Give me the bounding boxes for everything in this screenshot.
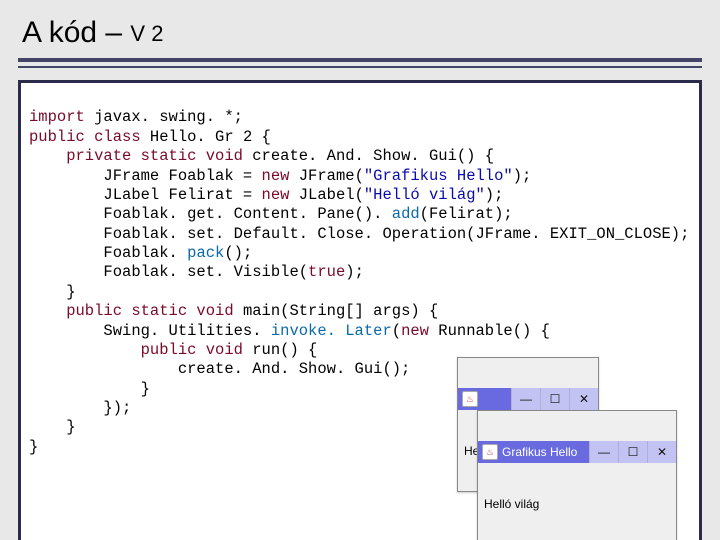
code-kw: true <box>308 263 345 281</box>
close-button[interactable]: ✕ <box>569 388 598 410</box>
code-text: }); <box>29 399 131 417</box>
code-box: import javax. swing. *; public class Hel… <box>18 80 702 540</box>
title-prefix: A kód <box>22 16 97 49</box>
code-text: Swing. Utilities. <box>29 322 271 340</box>
code-text: javax. swing. *; <box>85 108 243 126</box>
code-text: (Felirat); <box>420 205 513 223</box>
window-client-area: Helló világ <box>478 493 676 514</box>
maximize-button[interactable]: ☐ <box>540 388 569 410</box>
window-buttons: — ☐ ✕ <box>511 388 598 410</box>
code-text: Foablak. <box>29 244 187 262</box>
code-kw: import <box>29 108 85 126</box>
maximize-button[interactable]: ☐ <box>618 441 647 463</box>
example-window-titled: ♨ Grafikus Hello — ☐ ✕ Helló világ <box>477 410 677 540</box>
code-text: (); <box>224 244 252 262</box>
close-button[interactable]: ✕ <box>647 441 676 463</box>
code-text: create. And. Show. Gui() { <box>243 147 494 165</box>
code-text: } <box>29 380 150 398</box>
code-method: add <box>392 205 420 223</box>
title-underline-thin <box>18 66 702 68</box>
code-kw: public class <box>29 128 141 146</box>
code-kw: new <box>401 322 429 340</box>
window-buttons: — ☐ ✕ <box>589 441 676 463</box>
code-text: } <box>29 283 76 301</box>
code-string: "Helló világ" <box>364 186 485 204</box>
slide: A kód – V 2 import javax. swing. *; publ… <box>0 0 720 540</box>
code-text: Foablak. get. Content. Pane(). <box>29 205 392 223</box>
java-icon: ♨ <box>482 444 498 460</box>
code-text: } <box>29 418 76 436</box>
window-caption-area: ♨ <box>462 391 482 407</box>
code-text: Hello. Gr 2 { <box>141 128 271 146</box>
slide-title: A kód – V 2 <box>18 8 702 56</box>
code-text: ); <box>513 167 532 185</box>
code-method: invoke. Later <box>271 322 392 340</box>
code-kw: public static void <box>29 302 234 320</box>
code-kw: private static void <box>29 147 243 165</box>
titlebar: ♨ — ☐ ✕ <box>458 388 598 410</box>
code-text: JLabel( <box>289 186 363 204</box>
code-text: create. And. Show. Gui(); <box>29 360 410 378</box>
code-text: Runnable() { <box>429 322 550 340</box>
code-kw: new <box>262 186 290 204</box>
java-icon: ♨ <box>462 391 478 407</box>
code-text: JLabel Felirat = <box>29 186 262 204</box>
title-version: V 2 <box>130 21 163 46</box>
code-text: Foablak. set. Visible( <box>29 263 308 281</box>
code-text: } <box>29 438 38 456</box>
window-caption-area: ♨ Grafikus Hello <box>482 444 577 460</box>
titlebar: ♨ Grafikus Hello — ☐ ✕ <box>478 441 676 463</box>
code-text: Foablak. set. Default. Close. Operation(… <box>29 225 689 243</box>
code-text: ); <box>485 186 504 204</box>
minimize-button[interactable]: — <box>511 388 540 410</box>
code-text: run() { <box>243 341 317 359</box>
code-method: pack <box>187 244 224 262</box>
title-dash: – <box>97 16 130 49</box>
title-underline-thick <box>18 58 702 62</box>
code-text: JFrame Foablak = <box>29 167 262 185</box>
code-text: ); <box>345 263 364 281</box>
code-kw: new <box>262 167 290 185</box>
code-text: main(String[] args) { <box>234 302 439 320</box>
code-kw: public void <box>29 341 243 359</box>
minimize-button[interactable]: — <box>589 441 618 463</box>
code-string: "Grafikus Hello" <box>364 167 513 185</box>
window-caption: Grafikus Hello <box>502 445 577 460</box>
code-text: JFrame( <box>289 167 363 185</box>
code-text: ( <box>392 322 401 340</box>
